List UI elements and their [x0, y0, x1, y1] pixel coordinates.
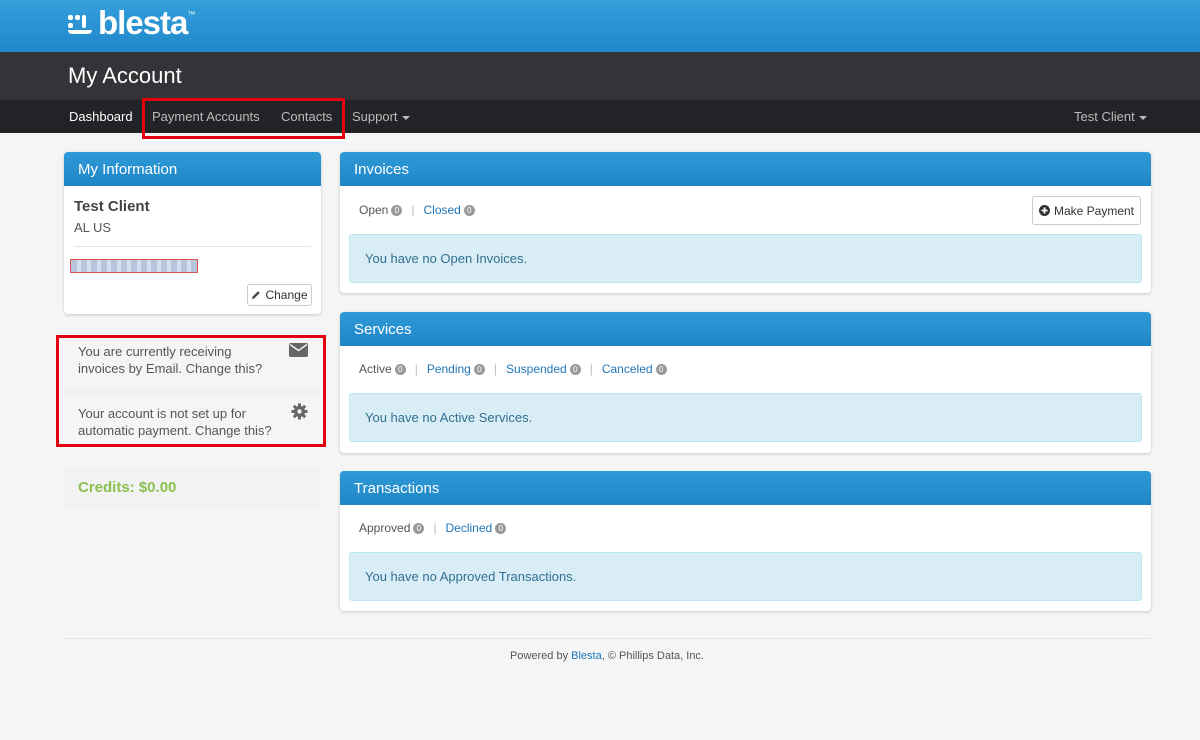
- filter-separator: |: [589, 362, 593, 376]
- footer-divider: [64, 638, 1151, 639]
- plus-circle-icon: [1038, 205, 1050, 216]
- filter-canceled-count: 0: [655, 364, 667, 376]
- filter-separator: |: [493, 362, 497, 376]
- service-filters: Active 0 | Pending 0 | Suspended 0 | Cancel…: [359, 362, 667, 376]
- chevron-down-icon: [401, 115, 410, 120]
- filter-approved[interactable]: Approved 0: [359, 521, 425, 535]
- envelope-icon[interactable]: [289, 343, 308, 357]
- nav-payment-accounts[interactable]: Payment Accounts: [152, 109, 260, 124]
- logo-mark-icon: [68, 11, 94, 35]
- filter-closed-label: Closed: [423, 203, 461, 217]
- filter-open-count: 0: [391, 205, 403, 217]
- footer: Powered by Blesta, © Phillips Data, Inc.: [0, 650, 1200, 662]
- nav-dashboard[interactable]: Dashboard: [69, 109, 133, 124]
- my-information-panel: My Information Test Client AL US Change: [64, 152, 321, 314]
- transactions-empty-message: You have no Approved Transactions.: [349, 552, 1142, 601]
- filter-pending-count: 0: [473, 364, 485, 376]
- filter-suspended-label: Suspended: [505, 362, 567, 376]
- top-header: blesta ™: [0, 0, 1200, 52]
- main-nav: Dashboard Payment Accounts Contacts Supp…: [0, 100, 1200, 133]
- nav-contacts[interactable]: Contacts: [281, 109, 332, 124]
- footer-suffix: , © Phillips Data, Inc.: [601, 650, 704, 662]
- filter-separator: |: [433, 521, 437, 535]
- make-payment-button[interactable]: Make Payment: [1032, 196, 1141, 225]
- filter-open-label: Open: [359, 203, 389, 217]
- credits-amount: Credits: $0.00: [78, 479, 177, 496]
- client-name: Test Client: [74, 198, 150, 215]
- services-panel: Services Active 0 | Pending 0 | Suspended 0…: [340, 312, 1151, 453]
- invoices-panel: Invoices Open 0 | Closed 0 Make Payment Yo…: [340, 152, 1151, 293]
- filter-closed-count: 0: [463, 205, 475, 217]
- filter-pending[interactable]: Pending 0: [427, 362, 485, 376]
- filter-declined-count: 0: [495, 523, 507, 535]
- page-title: My Account: [68, 63, 182, 88]
- filter-active[interactable]: Active 0: [359, 362, 406, 376]
- footer-blesta-link[interactable]: Blesta: [571, 650, 602, 662]
- invoice-method-notice[interactable]: You are currently receiving invoices by …: [78, 343, 278, 377]
- chevron-down-icon: [1138, 115, 1147, 120]
- user-menu-label: Test Client: [1074, 109, 1135, 124]
- filter-active-count: 0: [394, 364, 406, 376]
- change-label: Change: [265, 288, 308, 302]
- client-email-redacted: [70, 259, 198, 273]
- gear-icon[interactable]: [291, 403, 308, 420]
- nav-user-menu[interactable]: Test Client: [1074, 109, 1147, 124]
- filter-declined[interactable]: Declined 0: [446, 521, 507, 535]
- change-info-button[interactable]: Change: [247, 284, 312, 306]
- filter-closed[interactable]: Closed 0: [423, 203, 475, 217]
- nav-support[interactable]: Support: [352, 109, 410, 124]
- filter-approved-label: Approved: [359, 521, 411, 535]
- footer-prefix: Powered by: [510, 650, 572, 662]
- blesta-logo[interactable]: blesta ™: [68, 4, 196, 41]
- transactions-panel: Transactions Approved 0 | Declined 0 You h…: [340, 471, 1151, 611]
- invoice-filters: Open 0 | Closed 0: [359, 203, 475, 217]
- filter-canceled-label: Canceled: [601, 362, 653, 376]
- credits-box: Credits: $0.00: [64, 467, 320, 507]
- filter-pending-label: Pending: [426, 362, 471, 376]
- divider: [74, 246, 311, 247]
- invoices-empty-message: You have no Open Invoices.: [349, 234, 1142, 283]
- filter-active-label: Active: [359, 362, 392, 376]
- services-heading: Services: [340, 312, 1151, 346]
- logo-text: blesta: [98, 4, 188, 41]
- title-bar: My Account: [0, 52, 1200, 100]
- filter-separator: |: [411, 203, 415, 217]
- my-information-heading: My Information: [64, 152, 321, 186]
- services-empty-message: You have no Active Services.: [349, 393, 1142, 442]
- client-location: AL US: [74, 220, 112, 235]
- invoices-heading: Invoices: [340, 152, 1151, 186]
- transactions-heading: Transactions: [340, 471, 1151, 505]
- filter-approved-count: 0: [413, 523, 425, 535]
- autopay-notice[interactable]: Your account is not set up for automatic…: [78, 405, 288, 439]
- make-payment-label: Make Payment: [1053, 203, 1135, 218]
- filter-separator: |: [414, 362, 418, 376]
- filter-declined-label: Declined: [445, 521, 493, 535]
- filter-open[interactable]: Open 0: [359, 203, 403, 217]
- filter-suspended[interactable]: Suspended 0: [506, 362, 581, 376]
- pencil-icon: [252, 291, 261, 299]
- notice-separator: [64, 388, 320, 396]
- filter-suspended-count: 0: [569, 364, 581, 376]
- logo-trademark: ™: [187, 10, 196, 19]
- nav-support-label: Support: [352, 109, 398, 124]
- filter-canceled[interactable]: Canceled 0: [602, 362, 667, 376]
- transaction-filters: Approved 0 | Declined 0: [359, 521, 507, 535]
